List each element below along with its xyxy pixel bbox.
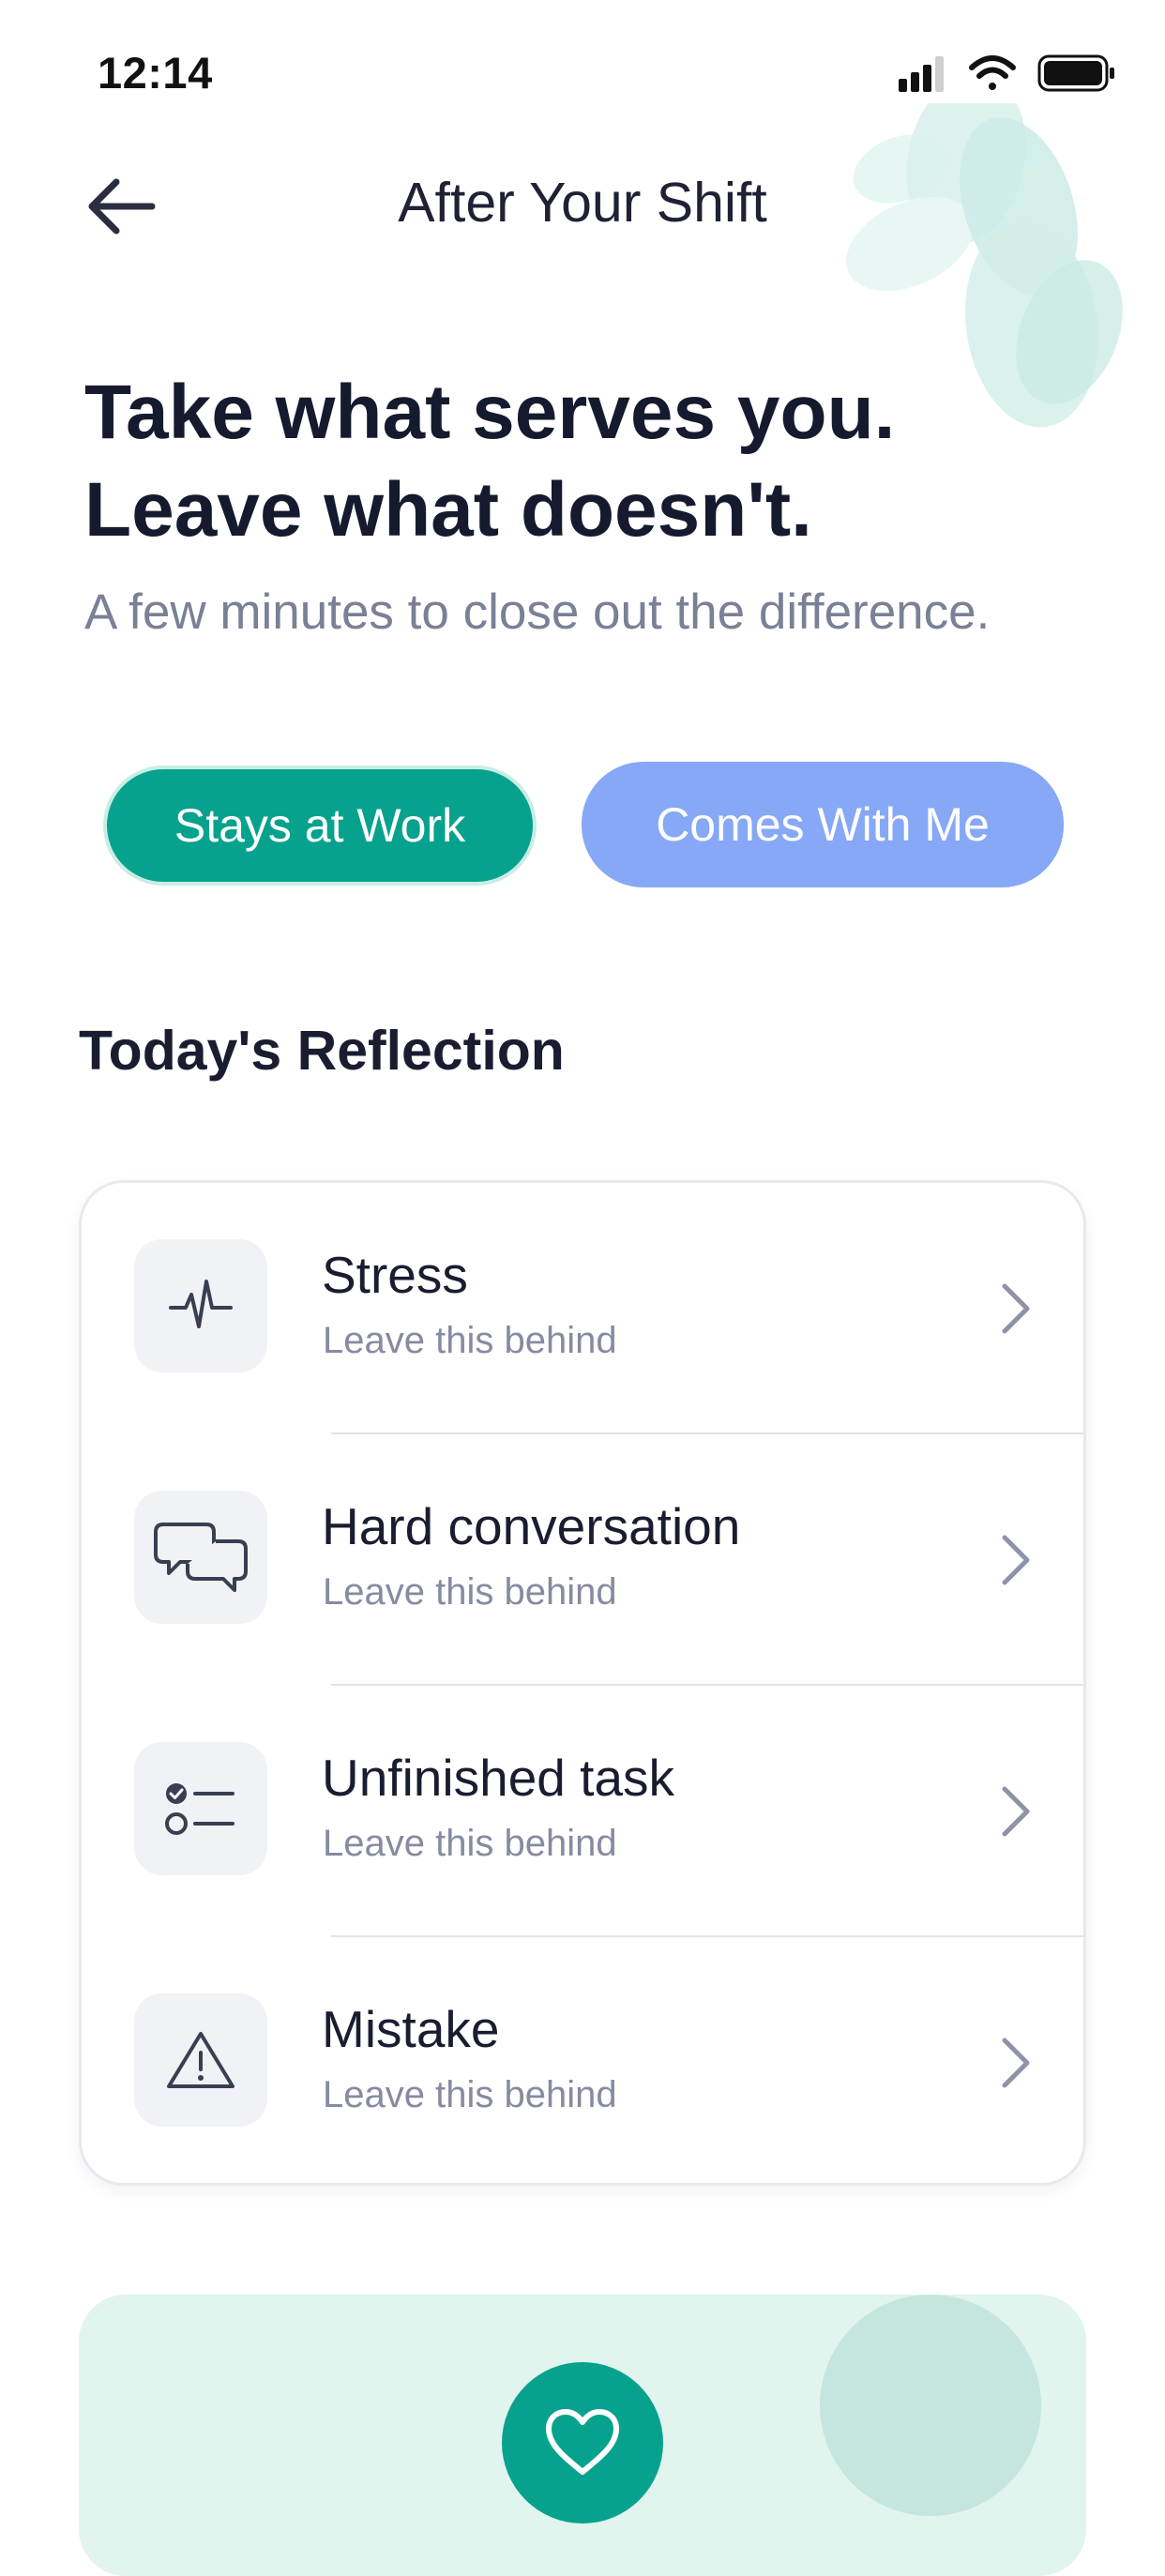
checklist-icon [165, 1783, 235, 1835]
section-title: Today's Reflection [79, 1020, 565, 1082]
signal-icon [899, 56, 944, 92]
stays-at-work-label: Stays at Work [174, 799, 466, 852]
reflection-item-mistake[interactable]: Mistake Leave this behind [82, 1937, 1083, 2183]
pulse-icon [169, 1280, 233, 1328]
reflection-item-sub: Leave this behind [323, 1320, 617, 1361]
chevron-right-icon [1002, 1283, 1030, 1334]
reflection-item-label: Unfinished task [322, 1749, 675, 1807]
headline-line-2: Leave what doesn't. [84, 467, 812, 553]
comes-with-me-label: Comes With Me [656, 798, 990, 851]
reflection-item-sub: Leave this behind [323, 2074, 617, 2115]
decorative-circle [820, 2295, 1041, 2516]
reflection-item-label: Stress [322, 1246, 468, 1304]
chevron-right-icon [1002, 1535, 1030, 1585]
comes-with-me-button[interactable]: Comes With Me [582, 762, 1064, 887]
bottom-card [79, 2295, 1086, 2576]
chevron-right-icon [1002, 2038, 1030, 2088]
chat-bubbles-icon [154, 1523, 248, 1592]
warning-icon [167, 2032, 235, 2088]
reflection-item-hard-conversation[interactable]: Hard conversation Leave this behind [82, 1434, 1083, 1686]
reflection-item-label: Mistake [322, 2000, 500, 2058]
reflection-item-stress[interactable]: Stress Leave this behind [82, 1183, 1083, 1434]
heart-button[interactable] [502, 2362, 663, 2523]
headline-line-1: Take what serves you. [84, 370, 896, 455]
icon-box [134, 1239, 267, 1372]
icon-box [134, 1742, 267, 1875]
icon-box [134, 1491, 267, 1624]
chevron-right-icon [1002, 1786, 1030, 1837]
headline: Take what serves you. Leave what doesn't… [84, 364, 1097, 559]
status-icons [899, 54, 1114, 92]
battery-icon [1037, 54, 1114, 92]
heart-icon [546, 2409, 619, 2475]
stays-at-work-button[interactable]: Stays at Work [103, 765, 537, 886]
reflection-item-unfinished-task[interactable]: Unfinished task Leave this behind [82, 1686, 1083, 1937]
reflection-item-sub: Leave this behind [323, 1571, 617, 1613]
reflection-card: Stress Leave this behind Hard conversati… [79, 1180, 1086, 2186]
page-title: After Your Shift [398, 172, 767, 234]
reflection-item-sub: Leave this behind [323, 1823, 617, 1864]
status-time: 12:14 [98, 48, 213, 98]
subheadline: A few minutes to close out the differenc… [84, 584, 991, 640]
reflection-item-label: Hard conversation [322, 1497, 741, 1555]
wifi-icon [969, 55, 1016, 90]
icon-box [134, 1993, 267, 2127]
